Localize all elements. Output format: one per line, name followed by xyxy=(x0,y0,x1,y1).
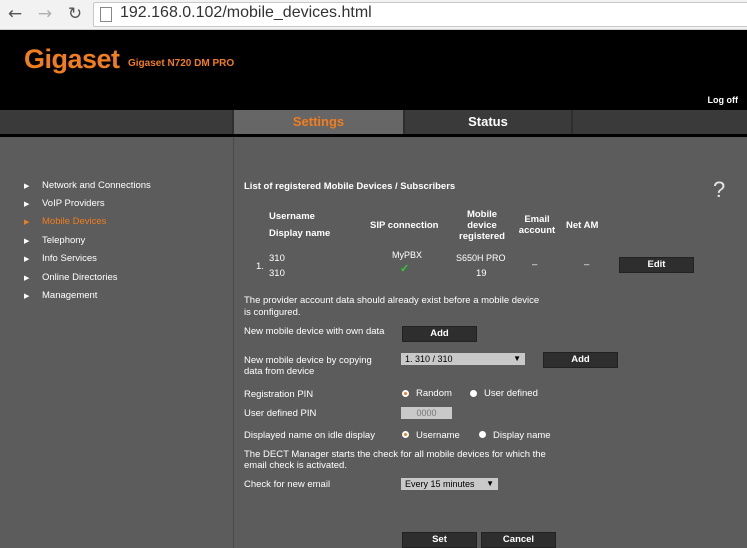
row-device-number: 19 xyxy=(476,268,487,279)
url-text[interactable]: 192.168.0.102/mobile_devices.html xyxy=(120,4,372,22)
help-icon[interactable]: ? xyxy=(713,177,725,203)
model-name: Gigaset N720 DM PRO xyxy=(128,58,235,69)
sidebar-item-label: Mobile Devices xyxy=(42,216,107,227)
header-sip-connection: SIP connection xyxy=(370,220,439,231)
new-copy-label-line1: New mobile device by copying xyxy=(244,355,372,366)
tab-bar: Settings Status xyxy=(0,110,747,134)
radio-random[interactable] xyxy=(402,390,409,397)
sidebar-item-info-services[interactable]: ▶ Info Services xyxy=(24,253,97,264)
header-username: Username xyxy=(269,211,315,222)
radio-username-label: Username xyxy=(416,430,460,441)
sidebar-item-label: VoIP Providers xyxy=(42,198,105,209)
triangle-right-icon: ▶ xyxy=(24,201,30,208)
tab-status[interactable]: Status xyxy=(405,110,571,134)
sidebar-item-management[interactable]: ▶ Management xyxy=(24,290,97,301)
sidebar-item-label: Online Directories xyxy=(42,272,118,283)
triangle-right-icon: ▶ xyxy=(24,256,30,263)
sidebar-item-label: Management xyxy=(42,290,98,301)
add-own-device-button[interactable]: Add xyxy=(402,326,477,342)
triangle-right-icon: ▶ xyxy=(24,275,30,282)
set-button[interactable]: Set xyxy=(402,532,477,548)
sidebar-item-telephony[interactable]: ▶ Telephony xyxy=(24,235,85,246)
edit-button[interactable]: Edit xyxy=(619,257,694,273)
provider-note-line1: The provider account data should already… xyxy=(244,295,540,306)
forward-arrow-icon[interactable]: → xyxy=(34,3,56,25)
triangle-right-icon: ▶ xyxy=(24,219,30,226)
triangle-right-icon: ▶ xyxy=(24,183,30,190)
main-panel: ▶ Network and Connections ▶ VoIP Providers… xyxy=(0,137,747,548)
tab-spacer-left xyxy=(0,110,232,134)
add-copy-device-button[interactable]: Add xyxy=(543,352,618,368)
radio-user-defined[interactable] xyxy=(470,390,477,397)
header-email-line2: account xyxy=(518,225,556,236)
sidebar-item-label: Telephony xyxy=(42,235,86,246)
header-net-am: Net AM xyxy=(566,220,599,231)
page-icon xyxy=(100,7,112,22)
row-email-account: – xyxy=(532,259,538,270)
content-area: List of registered Mobile Devices / Subs… xyxy=(234,137,747,548)
sidebar-item-mobile-devices[interactable]: ▶ Mobile Devices xyxy=(24,216,106,227)
tab-spacer-right xyxy=(573,110,747,134)
sidebar: ▶ Network and Connections ▶ VoIP Providers… xyxy=(0,137,234,548)
log-off-link[interactable]: Log off xyxy=(708,95,739,105)
dect-note-line2: email check is activated. xyxy=(244,460,347,471)
radio-random-label: Random xyxy=(416,388,452,399)
row-display-name: 310 xyxy=(269,268,285,279)
header-device-line1: Mobile xyxy=(466,209,498,220)
header-email-line1: Email xyxy=(524,214,550,225)
row-index: 1. xyxy=(256,261,264,272)
row-device-model: S650H PRO xyxy=(456,253,506,263)
user-defined-pin-input[interactable]: 0000 xyxy=(401,407,452,419)
idle-display-label: Displayed name on idle display xyxy=(244,430,375,441)
header-device-line3: registered xyxy=(459,231,505,242)
app-window: Gigaset Gigaset N720 DM PRO Log off Sett… xyxy=(0,30,747,548)
reload-icon[interactable]: ↻ xyxy=(64,3,86,25)
radio-display-name[interactable] xyxy=(479,431,486,438)
registration-pin-label: Registration PIN xyxy=(244,389,314,400)
header-display-name: Display name xyxy=(269,228,331,239)
sidebar-item-network[interactable]: ▶ Network and Connections xyxy=(24,180,151,191)
cancel-button[interactable]: Cancel xyxy=(481,532,556,548)
row-net-am: – xyxy=(584,259,590,270)
browser-toolbar: ← → ↻ 192.168.0.102/mobile_devices.html xyxy=(0,0,747,30)
dropdown-arrow-icon: ▼ xyxy=(486,479,494,488)
copy-device-select-value: 1. 310 / 310 xyxy=(405,354,453,364)
check-icon: ✓ xyxy=(400,263,410,275)
sidebar-item-voip-providers[interactable]: ▶ VoIP Providers xyxy=(24,198,105,209)
row-sip-connection: MyPBX xyxy=(392,250,423,260)
dect-note-line1: The DECT Manager starts the check for al… xyxy=(244,449,546,460)
email-check-select[interactable]: Every 15 minutes ▼ xyxy=(401,478,498,490)
triangle-right-icon: ▶ xyxy=(24,238,30,245)
email-check-select-value: Every 15 minutes xyxy=(405,479,475,489)
new-own-label: New mobile device with own data xyxy=(244,326,385,337)
radio-display-name-label: Display name xyxy=(493,430,551,441)
tab-settings[interactable]: Settings xyxy=(234,110,403,134)
new-copy-label-line2: data from device xyxy=(244,366,315,377)
row-username: 310 xyxy=(269,253,285,264)
sidebar-item-label: Network and Connections xyxy=(42,180,151,191)
address-bar[interactable]: 192.168.0.102/mobile_devices.html xyxy=(93,2,747,27)
user-defined-pin-label: User defined PIN xyxy=(244,408,317,419)
gigaset-logo: Gigaset xyxy=(24,44,120,74)
sidebar-item-online-directories[interactable]: ▶ Online Directories xyxy=(24,272,118,283)
copy-device-select[interactable]: 1. 310 / 310 ▼ xyxy=(401,353,525,365)
back-arrow-icon[interactable]: ← xyxy=(4,3,26,25)
email-check-label: Check for new email xyxy=(244,479,331,490)
header-device-line2: device xyxy=(467,220,497,231)
page-title: List of registered Mobile Devices / Subs… xyxy=(244,181,456,192)
triangle-right-icon: ▶ xyxy=(24,293,30,300)
dropdown-arrow-icon: ▼ xyxy=(513,354,521,363)
provider-note-line2: is configured. xyxy=(244,307,301,318)
sidebar-item-label: Info Services xyxy=(42,253,97,264)
radio-username[interactable] xyxy=(402,431,409,438)
radio-user-defined-label: User defined xyxy=(484,388,538,399)
